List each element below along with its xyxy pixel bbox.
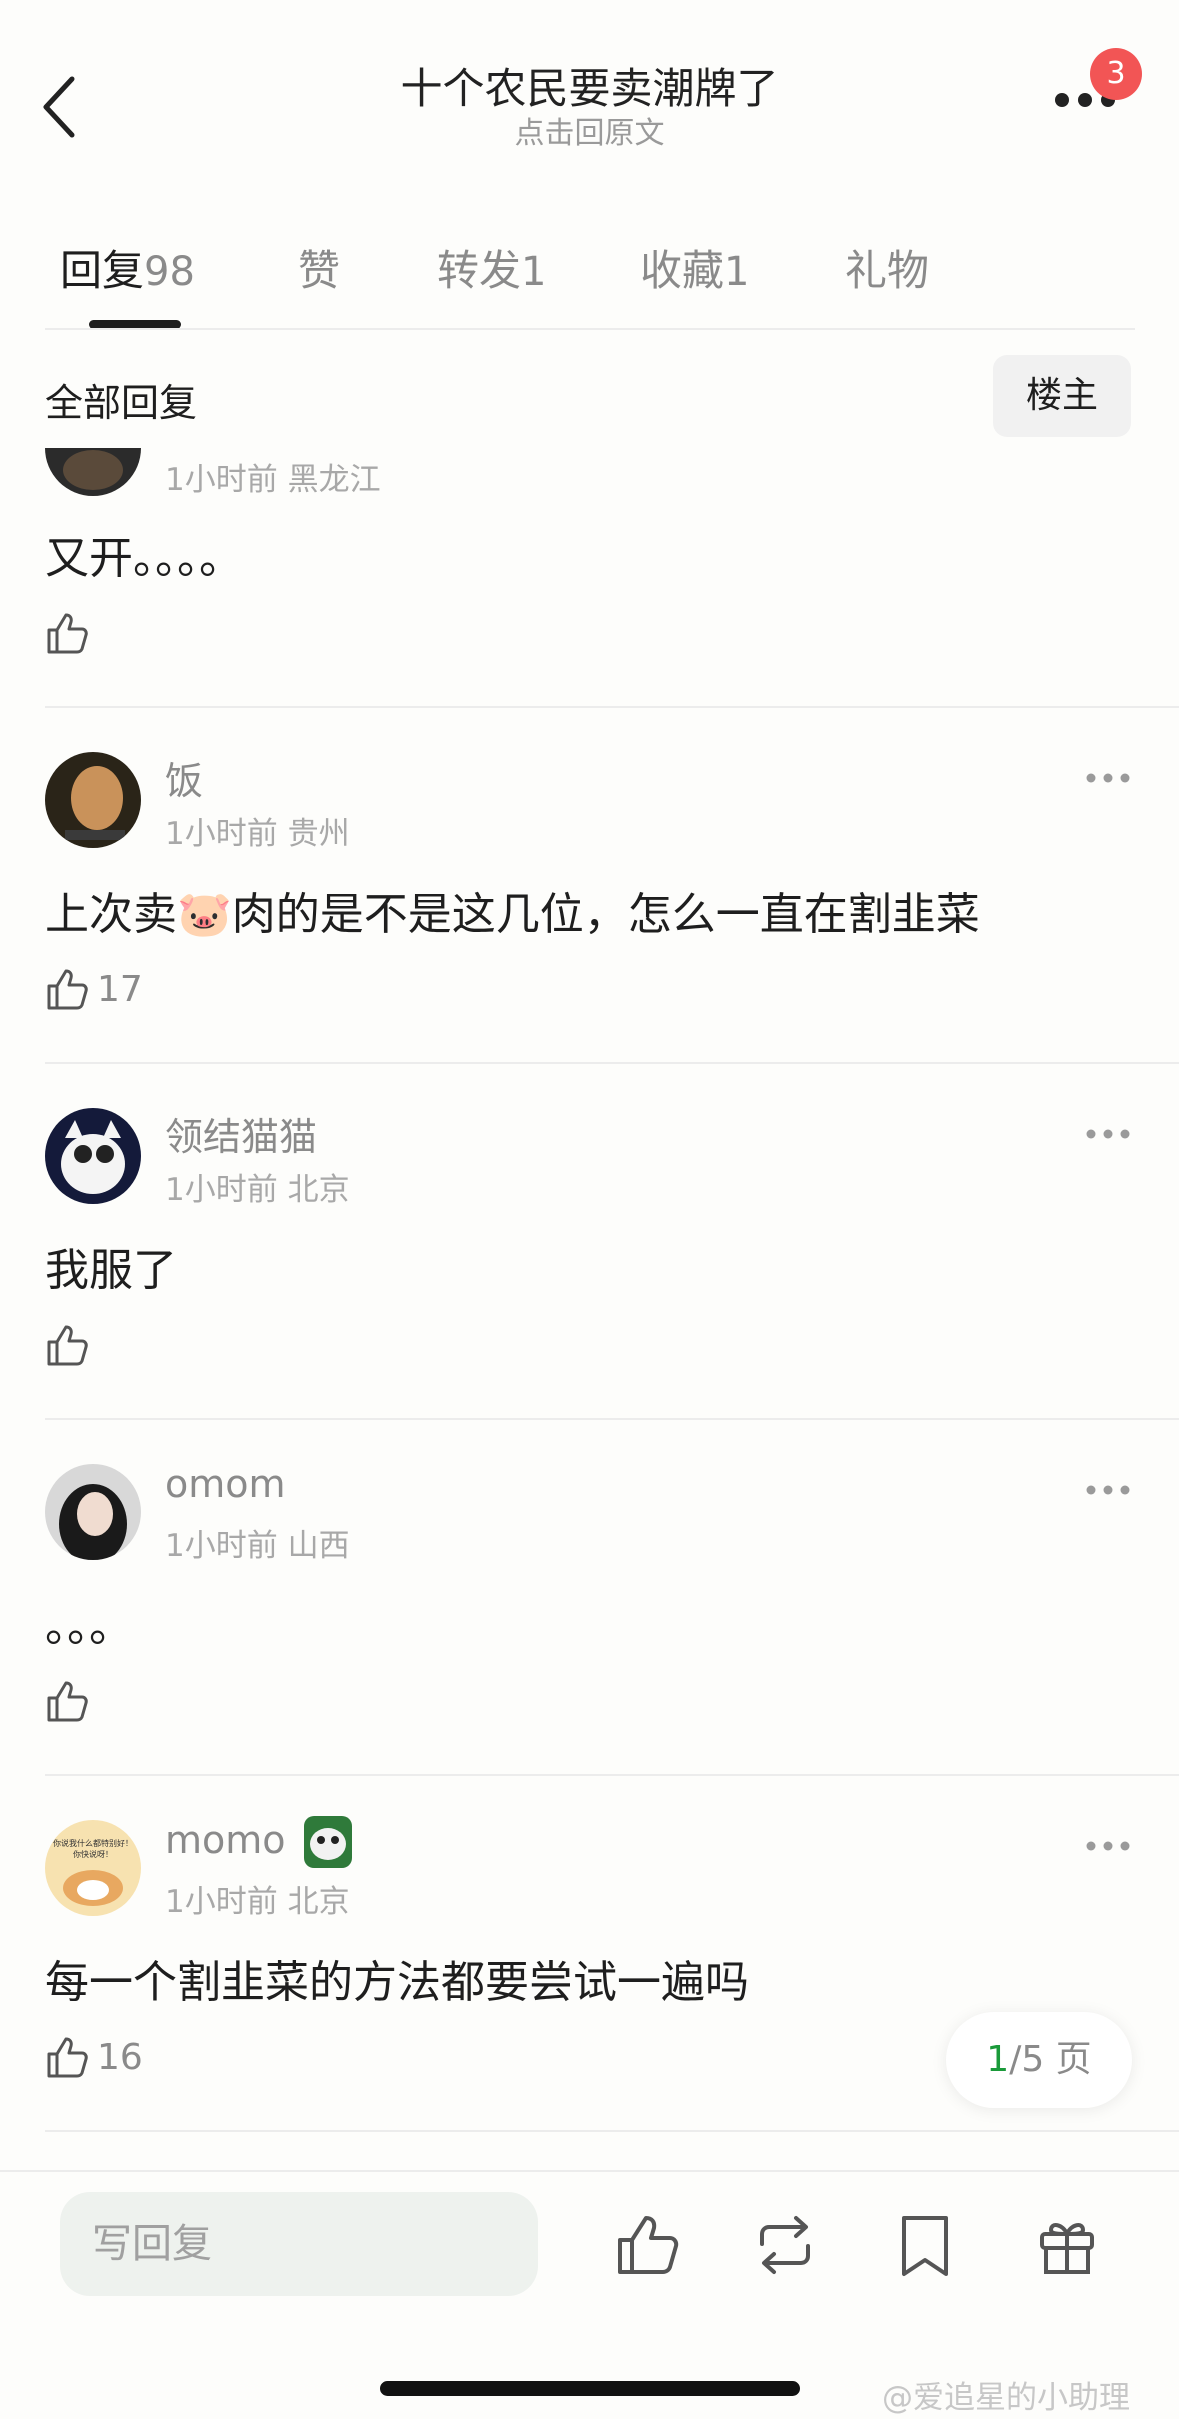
thumb-up-icon — [47, 1681, 88, 1722]
tab-reposts[interactable]: 转发1 — [437, 237, 546, 298]
comment-text-part: 肉的是不是这几位，怎么一直在割韭菜 — [231, 889, 980, 940]
thumb-up-icon — [47, 613, 88, 654]
bottom-bar-divider — [0, 2170, 1179, 2172]
comment-text: 。。。 — [45, 1601, 133, 1652]
avatar-image — [45, 1464, 141, 1560]
thumb-up-icon — [618, 2216, 679, 2274]
thumb-up-icon — [47, 1325, 88, 1366]
tab-count: 98 — [144, 249, 195, 295]
username[interactable]: omom — [165, 1462, 286, 1506]
repost-button[interactable] — [750, 2210, 820, 2280]
like-button[interactable]: 17 — [45, 966, 143, 1012]
page-title: 十个农民要卖潮牌了 — [400, 64, 779, 113]
comment-location: 北京 — [287, 1172, 350, 1208]
home-indicator[interactable] — [380, 2381, 800, 2396]
tab-likes[interactable]: 赞 — [298, 237, 340, 298]
tab-gifts[interactable]: 礼物 — [845, 237, 929, 298]
more-icon — [1086, 773, 1130, 783]
tab-label: 回复 — [60, 246, 145, 295]
reply-input[interactable]: 写回复 — [60, 2192, 538, 2296]
comment-location: 山西 — [287, 1528, 350, 1564]
avatar-text: 你说我什么都特别好！ — [53, 1838, 133, 1848]
back-to-original-link[interactable]: 点击回原文 — [0, 108, 1179, 152]
tab-count: 1 — [521, 249, 547, 295]
username[interactable]: 领结猫猫 — [165, 1106, 317, 1161]
divider — [45, 2130, 1179, 2132]
owner-filter-button[interactable]: 楼主 — [993, 355, 1131, 437]
bookmark-icon — [902, 2216, 948, 2276]
all-replies-label: 全部回复 — [45, 381, 198, 425]
avatar[interactable] — [45, 752, 141, 848]
thumb-up-icon — [47, 969, 88, 1010]
comment-location: 北京 — [287, 1884, 350, 1920]
divider — [45, 706, 1179, 708]
comment-time: 1小时前 — [165, 1172, 278, 1208]
notification-badge: 3 — [1090, 48, 1142, 100]
comment-text: 又开。。。。 — [45, 533, 243, 584]
tab-label: 赞 — [298, 246, 341, 295]
like-button[interactable] — [45, 1322, 91, 1368]
comment-location: 贵州 — [287, 816, 350, 852]
username[interactable]: momo — [165, 1818, 286, 1862]
current-page: 1 — [986, 2039, 1010, 2080]
like-count: 17 — [97, 968, 143, 1010]
comment-meta: 1小时前 北京 — [165, 1876, 350, 1921]
total-pages: /5 页 — [1009, 2039, 1092, 2080]
comment-menu-button[interactable] — [1085, 1482, 1131, 1496]
avatar[interactable] — [45, 448, 141, 496]
tab-label: 收藏 — [640, 246, 725, 295]
tab-label: 礼物 — [845, 246, 930, 295]
divider — [45, 1774, 1179, 1776]
divider — [45, 328, 1135, 330]
like-button[interactable] — [45, 1678, 91, 1724]
like-button[interactable]: 16 — [45, 2034, 143, 2080]
like-post-button[interactable] — [612, 2210, 682, 2280]
page-indicator[interactable]: 1/5 页 — [946, 2012, 1132, 2108]
avatar-image — [45, 752, 141, 848]
bookmark-button[interactable] — [890, 2210, 960, 2280]
avatar-image: 你说我什么都特别好！ 你快说呀！ — [45, 1820, 141, 1916]
pig-face-emoji: 🐷 — [177, 889, 232, 940]
tab-label: 转发 — [437, 246, 522, 295]
more-icon — [1086, 1485, 1130, 1495]
watermark: @爱追星的小助理 — [882, 2380, 1130, 2416]
comment-text: 我服了 — [45, 1245, 177, 1296]
comment-time: 1小时前 — [165, 1528, 278, 1564]
like-count: 16 — [97, 2036, 143, 2078]
avatar[interactable]: 你说我什么都特别好！ 你快说呀！ — [45, 1820, 141, 1916]
more-icon — [1086, 1841, 1130, 1851]
like-button[interactable] — [45, 610, 91, 656]
tab-count: 1 — [724, 249, 750, 295]
comment-text-part: 上次卖 — [45, 889, 177, 940]
comment-meta: 1小时前 贵州 — [165, 808, 350, 853]
comment-text: 每一个割韭菜的方法都要尝试一遍吗 — [45, 1957, 749, 2008]
comment-time: 1小时前 — [165, 816, 278, 852]
more-icon — [1086, 1129, 1130, 1139]
avatar[interactable] — [45, 1108, 141, 1204]
comment-time: 1小时前 — [165, 462, 278, 498]
avatar[interactable] — [45, 1464, 141, 1560]
divider — [45, 1418, 1179, 1420]
thumb-up-icon — [47, 2037, 88, 2078]
avatar-text: 你快说呀！ — [73, 1849, 113, 1859]
tab-favorites[interactable]: 收藏1 — [640, 237, 749, 298]
comment-time: 1小时前 — [165, 1884, 278, 1920]
comment-meta: 1小时前 北京 — [165, 1164, 350, 1209]
comment-text: 上次卖🐷肉的是不是这几位，怎么一直在割韭菜 — [45, 878, 980, 942]
avatar-image — [45, 1108, 141, 1204]
gift-icon — [1040, 2223, 1094, 2274]
tab-replies[interactable]: 回复98 — [60, 237, 195, 298]
user-badge-icon — [298, 1810, 358, 1874]
gift-button[interactable] — [1032, 2210, 1102, 2280]
comment-menu-button[interactable] — [1085, 1838, 1131, 1852]
repost-icon — [760, 2216, 810, 2274]
comment-location: 黑龙江 — [287, 462, 381, 498]
comment-menu-button[interactable] — [1085, 1126, 1131, 1140]
comment-menu-button[interactable] — [1085, 770, 1131, 784]
username[interactable]: 饭 — [165, 750, 203, 805]
comment-meta: 1小时前 黑龙江 — [165, 454, 381, 499]
comment-meta: 1小时前 山西 — [165, 1520, 350, 1565]
divider — [45, 1062, 1179, 1064]
avatar-image — [45, 448, 141, 496]
